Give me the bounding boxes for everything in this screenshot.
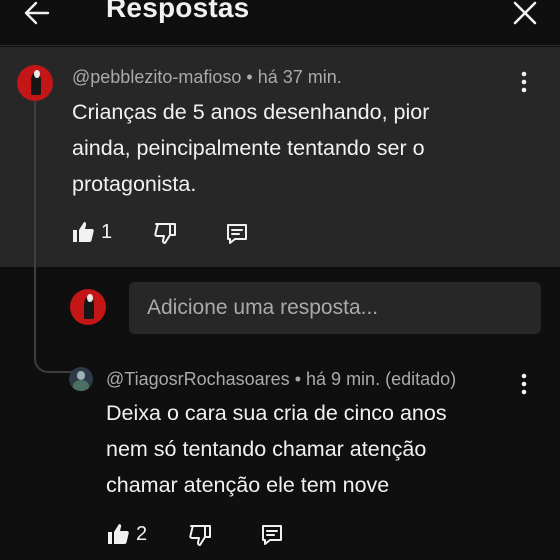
reply-text-line: Deixa o cara sua cria de cinco anos (106, 401, 447, 425)
comment-reply-icon (227, 224, 247, 244)
author-name[interactable]: @pebblezito-mafioso (72, 67, 241, 87)
comment-time: há 37 min. (257, 67, 342, 87)
avatar[interactable] (17, 65, 53, 101)
reply-dislike-button[interactable] (188, 523, 212, 547)
more-options-button[interactable] (512, 68, 536, 96)
comment-meta: @pebblezito-mafioso • há 37 min. (72, 67, 342, 88)
avatar-head (77, 371, 86, 380)
avatar-body (73, 380, 90, 391)
comment-text-line: Crianças de 5 anos desenhando, pior (72, 100, 430, 124)
reply-like-count: 2 (136, 522, 148, 545)
reply-reply-button[interactable] (260, 523, 284, 547)
meta-separator: • (294, 369, 302, 389)
reply-text-line: chamar atenção ele tem nove (106, 473, 390, 497)
comment-text: Crianças de 5 anos desenhando, pior aind… (72, 94, 512, 202)
reply-time: há 9 min. (editado) (306, 369, 457, 389)
reply-more-options-button[interactable] (512, 370, 536, 398)
dislike-button[interactable] (153, 221, 177, 245)
reply-text-line: nem só tentando chamar atenção (106, 437, 427, 461)
reply-text: Deixa o cara sua cria de cinco anos nem … (106, 395, 526, 503)
arrow-left-icon (24, 1, 50, 25)
avatar-figure-head (87, 294, 94, 302)
thread-line (34, 100, 74, 373)
thumb-up-icon (108, 524, 129, 544)
back-button[interactable] (20, 0, 54, 30)
comment-text-line: protagonista. (72, 172, 197, 196)
current-user-avatar (70, 289, 106, 325)
thumb-down-icon (154, 223, 176, 244)
reply-input[interactable] (129, 282, 541, 334)
close-icon (513, 1, 537, 25)
close-button[interactable] (508, 0, 542, 30)
meta-separator: • (246, 67, 253, 87)
reply-button[interactable] (225, 222, 249, 246)
thumb-up-icon (73, 222, 94, 242)
panel-header: Respostas (0, 0, 560, 46)
like-button[interactable]: 1 (71, 220, 112, 244)
panel-title: Respostas (106, 0, 250, 23)
like-count: 1 (101, 220, 113, 243)
thumb-down-icon (189, 525, 211, 546)
comment-reply-icon (262, 525, 282, 545)
avatar-figure-head (34, 70, 41, 78)
reply-author-name[interactable]: @TiagosrRochasoares (106, 369, 290, 389)
reply-avatar[interactable] (69, 367, 93, 391)
reply-like-button[interactable]: 2 (106, 522, 147, 546)
comment-text-line: ainda, peincipalmente tentando ser o (72, 136, 425, 160)
more-vert-icon (521, 373, 527, 395)
reply-meta: @TiagosrRochasoares • há 9 min. (editado… (106, 369, 456, 390)
more-vert-icon (521, 71, 527, 93)
